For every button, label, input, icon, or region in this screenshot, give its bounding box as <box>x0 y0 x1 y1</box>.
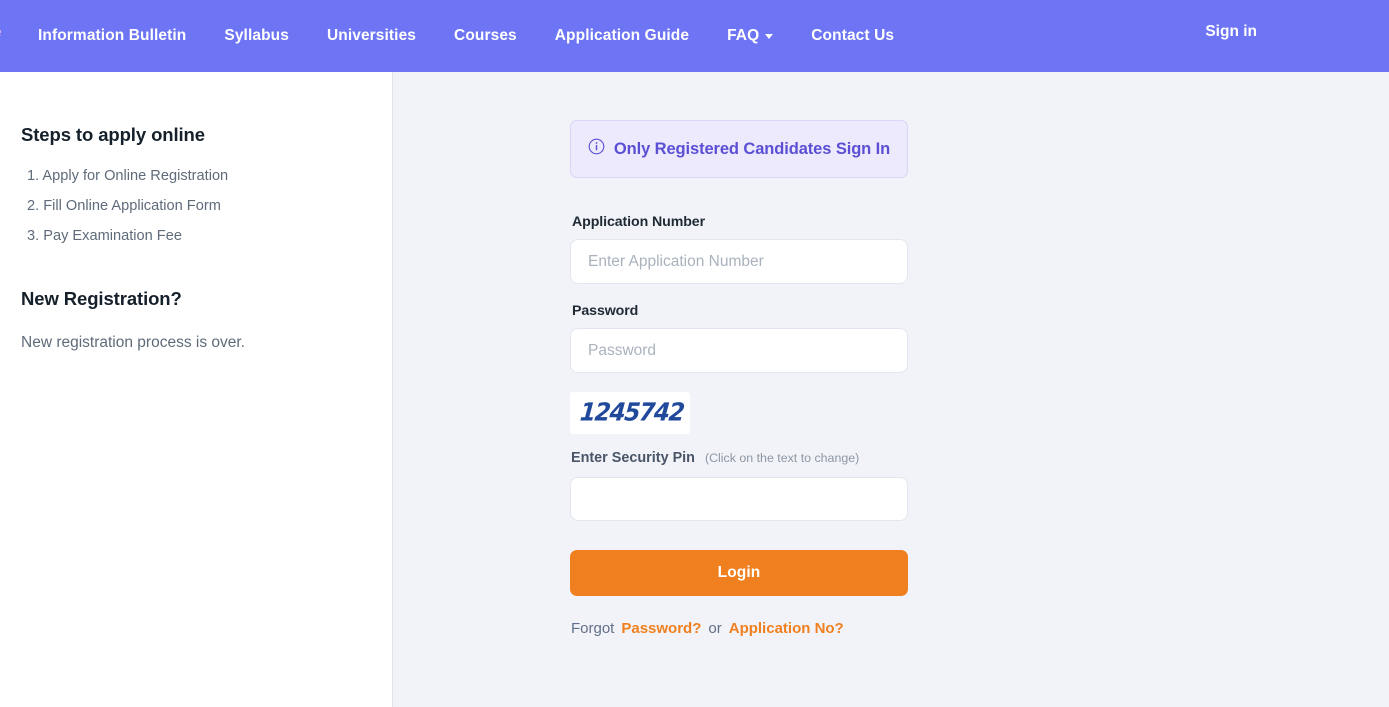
security-pin-label: Enter Security Pin <box>571 450 695 466</box>
captcha-image[interactable]: 1245742 <box>570 392 690 434</box>
new-registration-note: New registration process is over. <box>21 334 245 351</box>
steps-heading: Steps to apply online <box>21 124 205 145</box>
forgot-application-number-link[interactable]: Application No? <box>729 620 844 637</box>
brand-logo-text[interactable]: e <box>0 22 2 42</box>
nav-links: Information Bulletin Syllabus Universiti… <box>38 28 894 44</box>
login-form: Only Registered Candidates Sign In Appli… <box>570 120 908 637</box>
nav-item-application-guide[interactable]: Application Guide <box>555 28 689 44</box>
nav-item-label: Application Guide <box>554 27 690 45</box>
nav-item-label: FAQ <box>727 27 760 45</box>
forgot-prefix-label: Forgot <box>571 620 615 637</box>
registered-candidates-alert: Only Registered Candidates Sign In <box>570 120 908 178</box>
forgot-password-link[interactable]: Password? <box>621 620 701 637</box>
list-item: 2. Fill Online Application Form <box>27 198 221 214</box>
nav-item-courses[interactable]: Courses <box>454 28 517 44</box>
nav-item-label: Syllabus <box>224 27 289 45</box>
top-navbar: e Information Bulletin Syllabus Universi… <box>0 0 1389 72</box>
forgot-links-row: Forgot Password? or Application No? <box>571 620 908 637</box>
captcha-code: 1245742 <box>578 398 685 428</box>
security-pin-input[interactable] <box>570 477 908 521</box>
nav-item-universities[interactable]: Universities <box>327 28 416 44</box>
list-item: 1. Apply for Online Registration <box>27 168 229 184</box>
new-registration-heading: New Registration? <box>21 288 182 309</box>
sidebar-content: Steps to apply online 1. Apply for Onlin… <box>0 72 392 352</box>
password-label: Password <box>572 303 639 319</box>
nav-item-information-bulletin[interactable]: Information Bulletin <box>38 28 186 44</box>
security-pin-label-row: Enter Security Pin (Click on the text to… <box>571 450 908 466</box>
forgot-separator-label: or <box>708 620 722 637</box>
nav-item-label: Information Bulletin <box>38 27 187 45</box>
security-pin-hint: (Click on the text to change) <box>704 451 860 465</box>
steps-list: 1. Apply for Online Registration 2. Fill… <box>21 168 392 244</box>
alert-text: Only Registered Candidates Sign In <box>613 139 891 158</box>
nav-item-label: Contact Us <box>811 27 895 45</box>
nav-item-label: Courses <box>454 27 517 45</box>
list-item: 3. Pay Examination Fee <box>27 228 182 244</box>
main-content: Only Registered Candidates Sign In Appli… <box>394 72 1389 707</box>
nav-item-label: Universities <box>326 27 417 45</box>
nav-item-syllabus[interactable]: Syllabus <box>224 28 289 44</box>
application-number-label: Application Number <box>572 214 705 230</box>
login-button[interactable]: Login <box>570 550 908 596</box>
nav-item-faq[interactable]: FAQ <box>727 27 774 45</box>
application-number-input[interactable] <box>570 239 908 284</box>
chevron-down-icon <box>765 33 774 39</box>
password-input[interactable] <box>570 328 908 373</box>
sidebar: Steps to apply online 1. Apply for Onlin… <box>0 72 393 707</box>
nav-item-contact-us[interactable]: Contact Us <box>811 28 894 44</box>
info-circle-icon <box>588 138 605 160</box>
sign-in-link[interactable]: Sign in <box>1205 23 1257 41</box>
